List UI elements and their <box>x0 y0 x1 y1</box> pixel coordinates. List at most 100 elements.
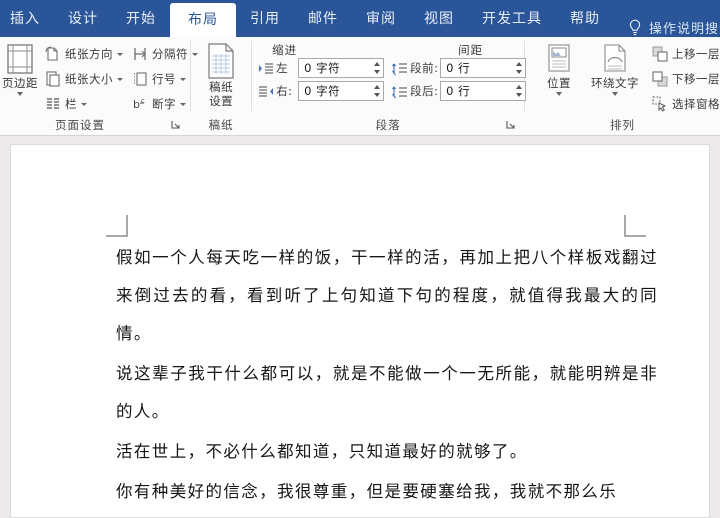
margin-marker-top-right <box>623 215 646 237</box>
indent-column: 左 0 字符 右: 0 字符 <box>258 58 385 101</box>
selection-pane-label: 选择窗格 <box>672 97 720 111</box>
chevron-down-icon[interactable] <box>81 102 87 106</box>
paper-size-label: 纸张大小 <box>65 72 113 86</box>
ribbon-group-arrange: 位置 环绕文字 上移一层 下移一层 选择窗格 排列 <box>525 37 720 135</box>
columns-button[interactable]: 栏 <box>44 93 123 115</box>
manuscript-label-line2: 设置 <box>209 94 234 108</box>
ribbon-body: 页边距 纸张方向 纸张大小 栏 分隔符 行号 b c 断字 页面设置 稿纸 设置… <box>0 37 720 174</box>
chevron-down-icon[interactable] <box>556 92 563 96</box>
chevron-down-icon[interactable] <box>180 77 186 81</box>
tell-me-search[interactable]: 操作说明搜索 <box>628 18 720 37</box>
page-margins-icon <box>7 44 33 74</box>
indent-left-input[interactable]: 0 字符 <box>298 58 385 78</box>
spacing-column: 段前: 0 行 段后: 0 行 <box>392 58 527 101</box>
hyphenation-icon: b c <box>133 97 145 111</box>
spacing-after-icon <box>392 86 408 98</box>
columns-icon <box>47 98 59 109</box>
position-icon <box>548 44 570 72</box>
margin-marker-top-left <box>106 215 128 237</box>
paragraph-1: 假如一个人每天吃一样的饭，干一样的活，再加上把八个样板戏翻过来倒过去的看，看到听… <box>116 248 658 343</box>
paper-orientation-label: 纸张方向 <box>65 47 113 61</box>
ribbon-group-page-setup: 页边距 纸张方向 纸张大小 栏 分隔符 行号 b c 断字 页面设置 <box>0 37 198 135</box>
dialog-launcher-icon <box>171 121 180 129</box>
chevron-down-icon[interactable] <box>17 92 23 96</box>
chevron-down-icon[interactable] <box>117 52 123 56</box>
wrap-text-icon <box>604 44 626 72</box>
breaks-label: 分隔符 <box>152 47 188 61</box>
lightbulb-icon <box>629 19 641 35</box>
tab-mailings[interactable]: 邮件 <box>294 2 352 37</box>
word-window: 插入 设计 开始 布局 引用 邮件 审阅 视图 开发工具 帮助 操作说明搜索 <box>0 0 720 518</box>
spacing-after-stepper[interactable] <box>513 83 524 99</box>
spacing-before-value: 0 行 <box>446 61 471 75</box>
tab-insert[interactable]: 插入 <box>0 2 54 37</box>
tab-developer[interactable]: 开发工具 <box>468 2 556 37</box>
selection-pane-button[interactable]: 选择窗格 <box>651 93 720 115</box>
indent-left-stepper[interactable] <box>371 60 382 76</box>
send-backward-button[interactable]: 下移一层 <box>651 68 720 90</box>
hyphenation-button[interactable]: b c 断字 <box>131 93 198 115</box>
document-page[interactable]: 假如一个人每天吃一样的饭，干一样的活，再加上把八个样板戏翻过来倒过去的看，看到听… <box>10 144 710 518</box>
svg-text:c: c <box>141 97 145 105</box>
paper-orientation-icon <box>45 46 58 61</box>
paragraph-2: 说这辈子我干什么都可以，就是不能做一个一无所能，就能明辨是非的人。 <box>116 364 658 421</box>
paragraph-dialog-launcher[interactable] <box>505 119 518 132</box>
margins-button[interactable]: 页边距 <box>2 40 38 96</box>
spacing-before-row: 段前: 0 行 <box>392 58 527 78</box>
paragraph-4: 你有种美好的信念，我很尊重，但是要硬塞给我，我就不那么乐 <box>116 482 618 501</box>
hyphenation-label: 断字 <box>152 97 176 111</box>
indent-left-value: 0 字符 <box>304 61 341 75</box>
paragraph-group-label: 段落 <box>375 118 401 132</box>
manuscript-paper-icon <box>208 43 234 79</box>
tab-review[interactable]: 审阅 <box>352 2 410 37</box>
ribbon-tab-strip: 插入 设计 开始 布局 引用 邮件 审阅 视图 开发工具 帮助 操作说明搜索 <box>0 0 720 37</box>
breaks-button[interactable]: 分隔符 <box>131 43 198 65</box>
spacing-before-stepper[interactable] <box>513 60 524 76</box>
indent-right-stepper[interactable] <box>371 83 382 99</box>
paragraph-3: 活在世上，不必什么都知道，只知道最好的就够了。 <box>116 442 528 461</box>
paper-orientation-button[interactable]: 纸张方向 <box>44 43 123 65</box>
indent-right-icon <box>259 85 274 97</box>
indent-left-label: 左 <box>276 61 289 75</box>
document-canvas[interactable]: 假如一个人每天吃一样的饭，干一样的活，再加上把八个样板戏翻过来倒过去的看，看到听… <box>0 136 720 518</box>
wrap-text-button[interactable]: 环绕文字 <box>585 40 645 96</box>
tab-help[interactable]: 帮助 <box>556 2 614 37</box>
tab-home[interactable]: 开始 <box>112 2 170 37</box>
selection-pane-icon <box>652 96 667 112</box>
spacing-before-input[interactable]: 0 行 <box>440 58 527 78</box>
tab-references[interactable]: 引用 <box>236 2 294 37</box>
chevron-down-icon[interactable] <box>180 102 186 106</box>
position-label: 位置 <box>547 76 572 90</box>
position-button[interactable]: 位置 <box>533 40 585 96</box>
line-numbers-label: 行号 <box>152 72 176 86</box>
chevron-down-icon[interactable] <box>117 77 123 81</box>
indent-right-input[interactable]: 0 字符 <box>298 81 385 101</box>
manuscript-settings-button[interactable]: 稿纸 设置 <box>191 40 251 108</box>
paper-size-icon <box>46 71 60 87</box>
spacing-before-icon <box>392 62 408 75</box>
line-numbers-icon <box>134 72 147 86</box>
indent-right-row: 右: 0 字符 <box>258 81 385 101</box>
svg-text:b: b <box>133 98 140 111</box>
bring-forward-icon <box>652 46 668 62</box>
indent-right-value: 0 字符 <box>304 84 341 98</box>
tab-design[interactable]: 设计 <box>54 2 112 37</box>
chevron-down-icon[interactable] <box>612 92 619 96</box>
bring-forward-label: 上移一层 <box>672 47 720 61</box>
margins-label: 页边距 <box>2 76 38 90</box>
bring-forward-button[interactable]: 上移一层 <box>651 43 720 65</box>
spacing-after-value: 0 行 <box>446 84 471 98</box>
spacing-after-row: 段后: 0 行 <box>392 81 527 101</box>
tab-layout[interactable]: 布局 <box>170 3 236 37</box>
page-setup-column-b: 分隔符 行号 b c 断字 <box>131 40 198 115</box>
tell-me-placeholder: 操作说明搜索 <box>649 22 720 37</box>
manuscript-group-label: 稿纸 <box>208 118 234 132</box>
paper-size-button[interactable]: 纸张大小 <box>44 68 123 90</box>
tab-view[interactable]: 视图 <box>410 2 468 37</box>
document-body-text[interactable]: 假如一个人每天吃一样的饭，干一样的活，再加上把八个样板戏翻过来倒过去的看，看到听… <box>116 239 658 513</box>
arrange-small-column: 上移一层 下移一层 选择窗格 <box>651 40 720 115</box>
indent-left-row: 左 0 字符 <box>258 58 385 78</box>
line-numbers-button[interactable]: 行号 <box>131 68 198 90</box>
spacing-after-input[interactable]: 0 行 <box>440 81 527 101</box>
page-setup-dialog-launcher[interactable] <box>170 119 183 132</box>
